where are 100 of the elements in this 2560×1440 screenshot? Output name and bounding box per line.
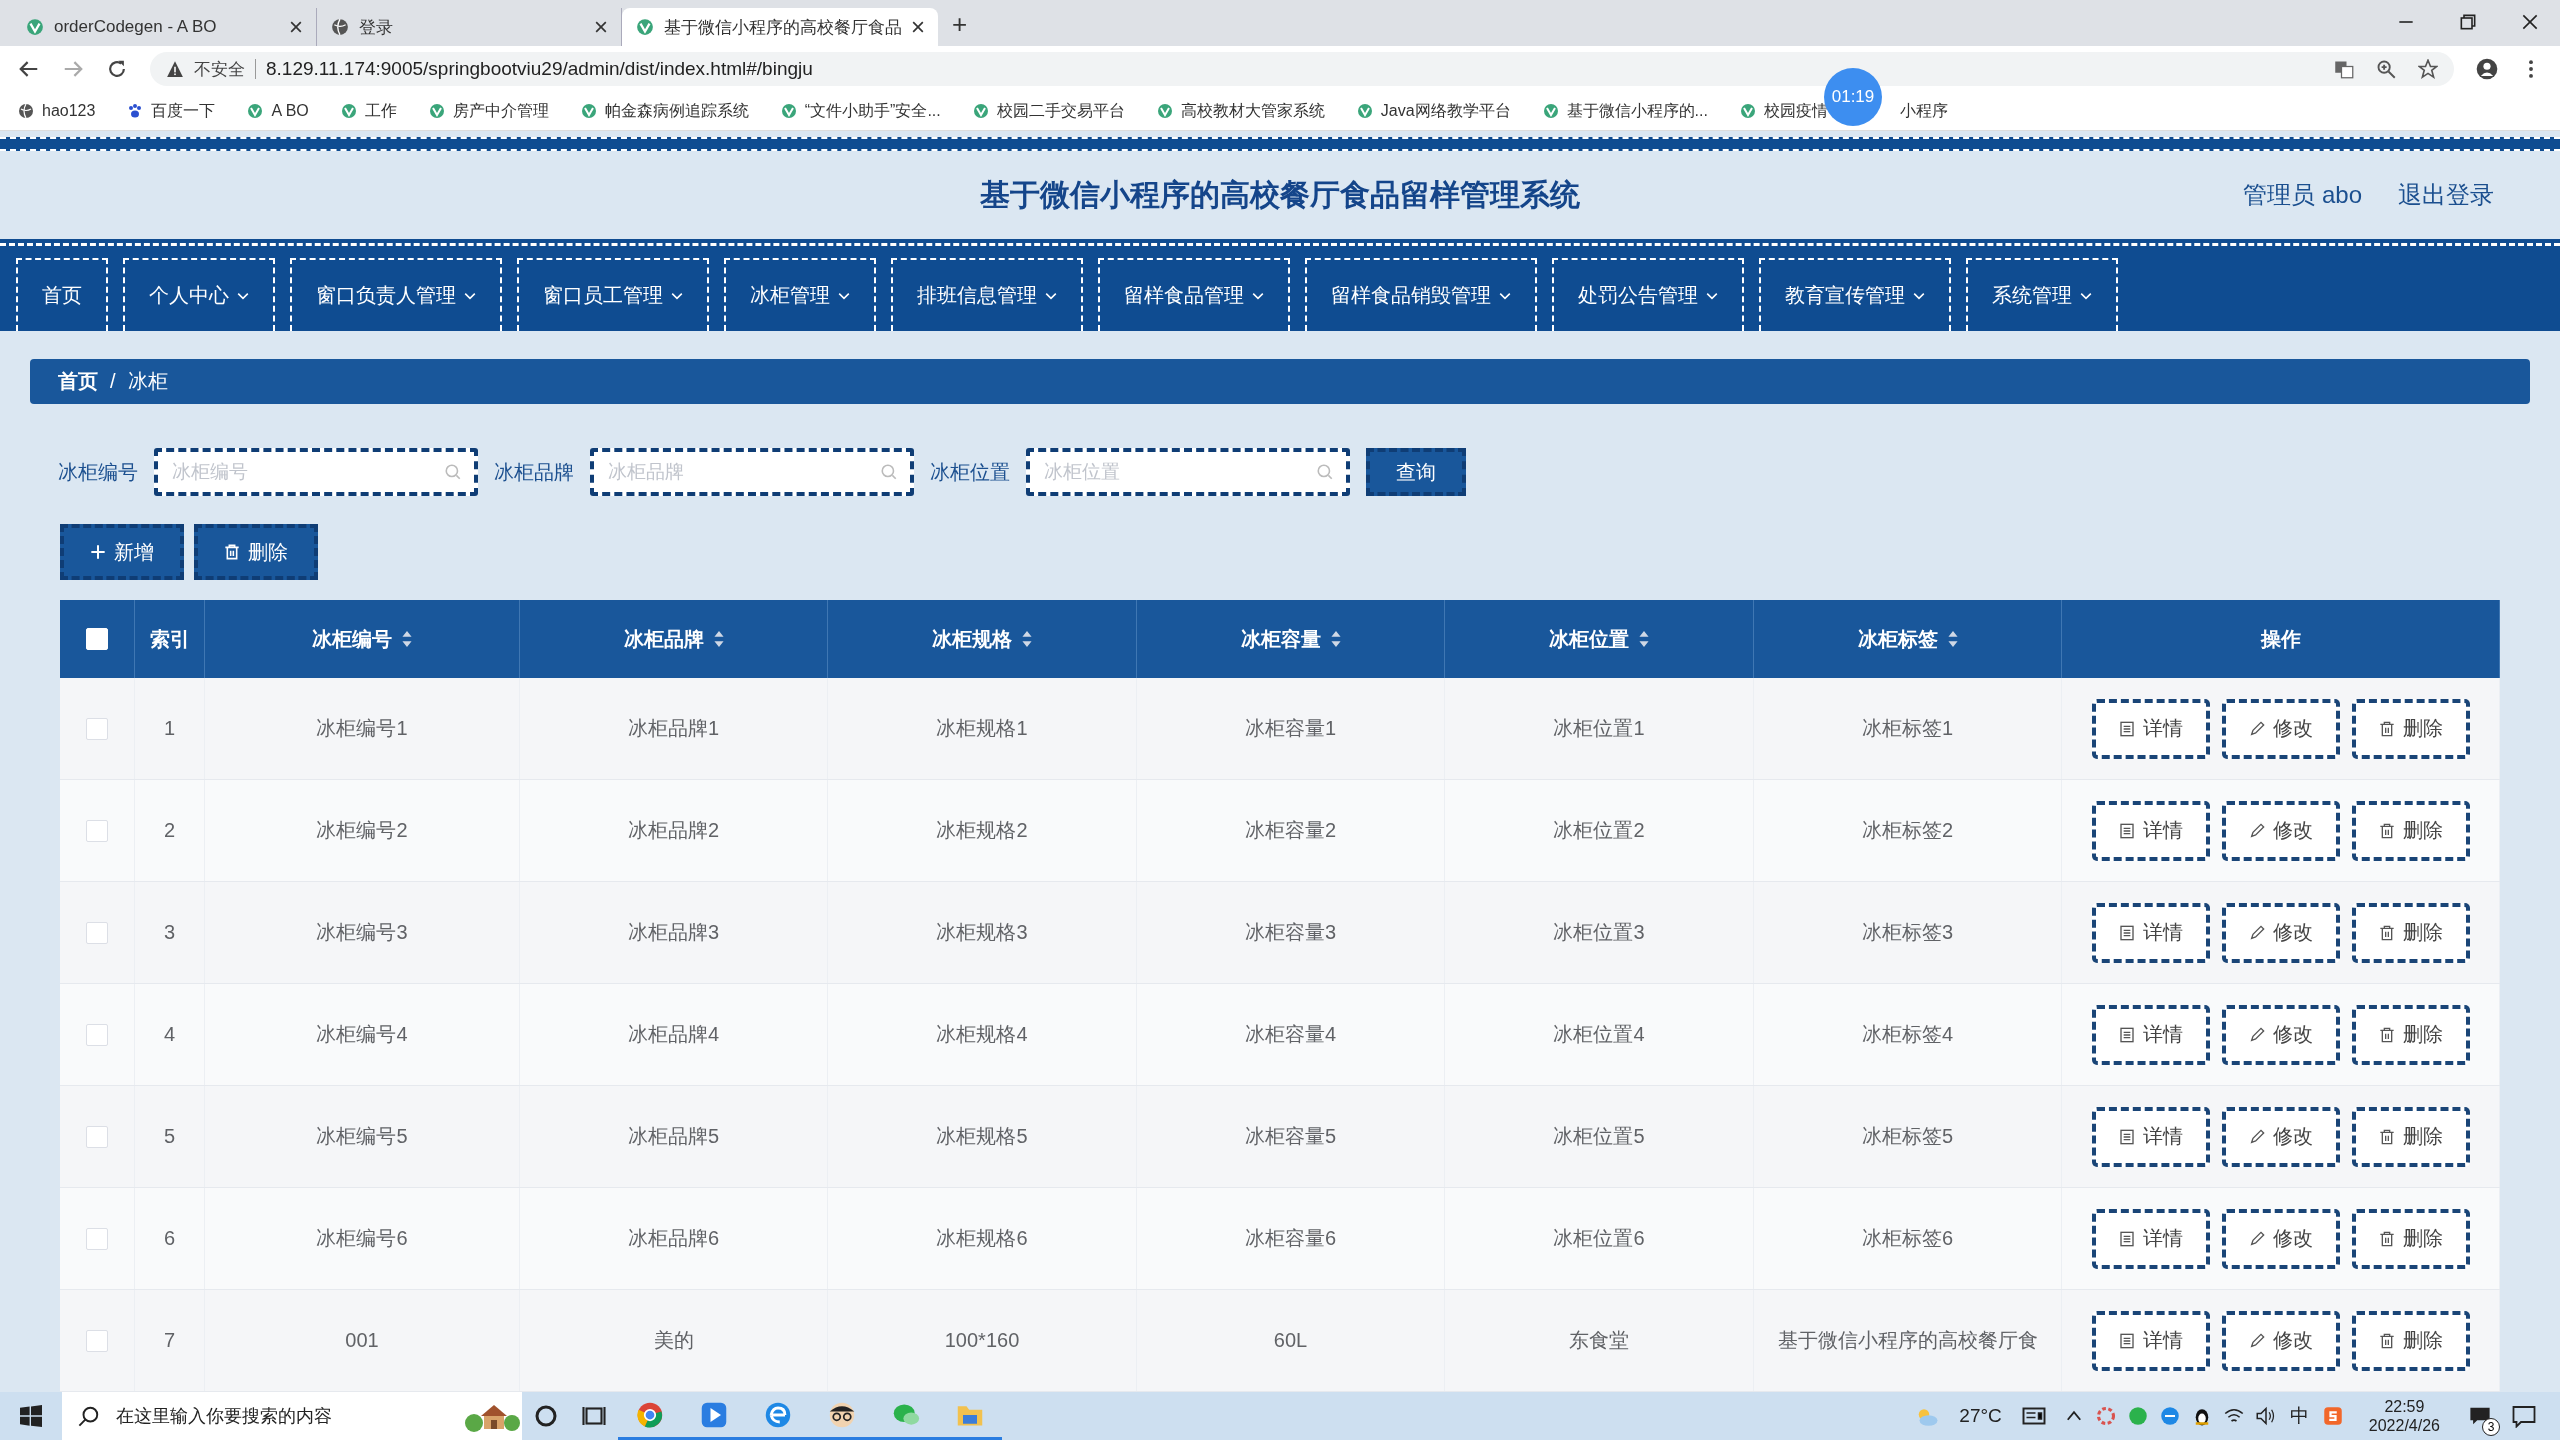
windows-icon[interactable]	[20, 1405, 42, 1427]
nav-menu-item[interactable]: 教育宣传管理	[1759, 258, 1951, 331]
task-view-icon[interactable]	[582, 1404, 606, 1428]
nav-menu-item[interactable]: 窗口负责人管理	[290, 258, 502, 331]
add-button[interactable]: 新增	[60, 524, 184, 580]
close-icon[interactable]	[2522, 14, 2538, 30]
search-field[interactable]: 冰柜品牌	[590, 448, 914, 496]
nav-menu-item[interactable]: 首页	[16, 258, 108, 331]
details-button[interactable]: 详情	[2091, 1004, 2210, 1065]
sort-icon[interactable]	[1639, 631, 1649, 647]
user-name: 管理员 abo	[2243, 180, 2362, 210]
edit-button[interactable]: 修改	[2221, 1004, 2340, 1065]
close-icon[interactable]	[595, 21, 607, 33]
taskbar-search-field[interactable]: 在这里输入你要搜索的内容	[62, 1392, 522, 1440]
details-button[interactable]: 详情	[2091, 1106, 2210, 1167]
delete-button[interactable]: 删除	[194, 524, 318, 580]
logout-link[interactable]: 退出登录	[2398, 179, 2494, 211]
table-cell-text: 冰柜规格1	[936, 716, 1028, 741]
bookmark[interactable]: 百度一下	[127, 100, 216, 122]
input-method-indicator[interactable]: 中	[2289, 1403, 2309, 1429]
account-icon[interactable]	[2476, 58, 2498, 80]
nav-menu-item[interactable]: 排班信息管理	[891, 258, 1083, 331]
column-header: 冰柜品牌	[623, 626, 704, 652]
search-field[interactable]: 冰柜编号	[154, 448, 478, 496]
bookmark[interactable]: 校园二手交易平台	[972, 100, 1125, 122]
leaf-icon	[1739, 103, 1756, 119]
details-button[interactable]: 详情	[2091, 1310, 2210, 1371]
bookmark[interactable]: Java网络教学平台	[1356, 100, 1511, 122]
bookmark[interactable]: A BO	[247, 102, 309, 120]
select-all-checkbox[interactable]	[86, 628, 108, 650]
edit-button[interactable]: 修改	[2221, 1310, 2340, 1371]
breadcrumb-item[interactable]: 首页	[58, 368, 98, 395]
reload-icon[interactable]	[106, 58, 128, 80]
row-checkbox[interactable]	[86, 1227, 108, 1250]
bookmark[interactable]: 高校教材大管家系统	[1156, 100, 1325, 122]
bookmark[interactable]: 房产中介管理	[428, 100, 549, 122]
nav-menu-item[interactable]: 窗口员工管理	[517, 258, 709, 331]
table-cell-text: 冰柜位置6	[1553, 1226, 1645, 1251]
tab-title: 基于微信小程序的高校餐厅食品	[664, 16, 902, 39]
bookmark[interactable]: 帕金森病例追踪系统	[580, 100, 749, 122]
delete-button[interactable]: 删除	[2351, 1310, 2470, 1371]
restore-icon[interactable]	[2460, 14, 2476, 30]
nav-menu-item[interactable]: 留样食品管理	[1098, 258, 1290, 331]
row-checkbox[interactable]	[86, 819, 108, 842]
delete-button[interactable]: 删除	[2351, 1106, 2470, 1167]
edit-button[interactable]: 修改	[2221, 1208, 2340, 1269]
delete-button[interactable]: 删除	[2351, 800, 2470, 861]
sort-icon[interactable]	[1330, 631, 1341, 647]
new-tab-button[interactable]: +	[938, 9, 982, 46]
speaker-icon[interactable]	[2255, 1406, 2276, 1426]
nav-menu-item[interactable]: 系统管理	[1966, 258, 2118, 331]
flower-icon[interactable]	[2095, 1406, 2116, 1426]
nav-menu-item[interactable]: 冰柜管理	[724, 258, 876, 331]
details-button[interactable]: 详情	[2091, 1208, 2210, 1269]
notification-button[interactable]: 3	[2460, 1396, 2500, 1436]
zoom-icon[interactable]	[2376, 59, 2396, 79]
browser-tab[interactable]: 基于微信小程序的高校餐厅食品	[622, 8, 938, 46]
bookmark[interactable]: hao123	[18, 102, 96, 120]
details-button[interactable]: 详情	[2091, 698, 2210, 759]
sort-icon[interactable]	[1947, 631, 1958, 647]
speech-bubble-icon[interactable]	[2512, 1404, 2536, 1428]
circle-icon[interactable]	[534, 1404, 558, 1428]
weather-text[interactable]: 27°C	[1959, 1405, 2002, 1427]
edit-button[interactable]: 修改	[2221, 902, 2340, 963]
sort-icon[interactable]	[1022, 631, 1032, 647]
row-checkbox[interactable]	[86, 1329, 108, 1352]
row-checkbox[interactable]	[86, 921, 108, 944]
breadcrumb-item[interactable]: 冰柜	[127, 368, 168, 395]
bookmark[interactable]: “文件小助手”安全...	[780, 100, 941, 122]
edit-button[interactable]: 修改	[2221, 698, 2340, 759]
close-icon[interactable]	[290, 21, 302, 33]
star-icon[interactable]	[2418, 59, 2438, 79]
delete-button[interactable]: 删除	[2351, 1004, 2470, 1065]
address-field[interactable]: 不安全 8.129.11.174:9005/springbootviu29/admin/dist/index.html#/bingju	[150, 52, 2454, 86]
nav-menu-item[interactable]: 个人中心	[123, 258, 275, 331]
row-checkbox[interactable]	[86, 717, 108, 740]
edit-button[interactable]: 修改	[2221, 1106, 2340, 1167]
row-checkbox[interactable]	[86, 1125, 108, 1148]
close-icon[interactable]	[912, 21, 924, 33]
bookmark[interactable]: 工作	[340, 100, 397, 122]
delete-button[interactable]: 删除	[2351, 698, 2470, 759]
row-checkbox[interactable]	[86, 1023, 108, 1046]
table-cell-text: 冰柜品牌5	[627, 1124, 720, 1149]
taskbar-clock[interactable]: 22:59 2022/4/26	[2368, 1396, 2440, 1436]
search-field[interactable]: 冰柜位置	[1026, 448, 1350, 496]
bookmark[interactable]: 基于微信小程序的...	[1542, 100, 1708, 122]
details-button[interactable]: 详情	[2091, 902, 2210, 963]
delete-button[interactable]: 删除	[2351, 902, 2470, 963]
edit-button[interactable]: 修改	[2221, 800, 2340, 861]
details-button[interactable]: 详情	[2091, 800, 2210, 861]
clock-date: 2022/4/26	[2368, 1416, 2440, 1436]
nav-menu-item[interactable]: 留样食品销毁管理	[1305, 258, 1537, 331]
search-button[interactable]: 查询	[1366, 448, 1466, 496]
sort-icon[interactable]	[713, 631, 724, 647]
nav-menu-item[interactable]: 处罚公告管理	[1552, 258, 1744, 331]
delete-button[interactable]: 删除	[2351, 1208, 2470, 1269]
translate-icon[interactable]	[2334, 59, 2354, 79]
sogou-icon[interactable]	[2322, 1406, 2343, 1426]
table-cell-text: 冰柜容量3	[1244, 920, 1337, 945]
sort-icon[interactable]	[402, 631, 412, 647]
